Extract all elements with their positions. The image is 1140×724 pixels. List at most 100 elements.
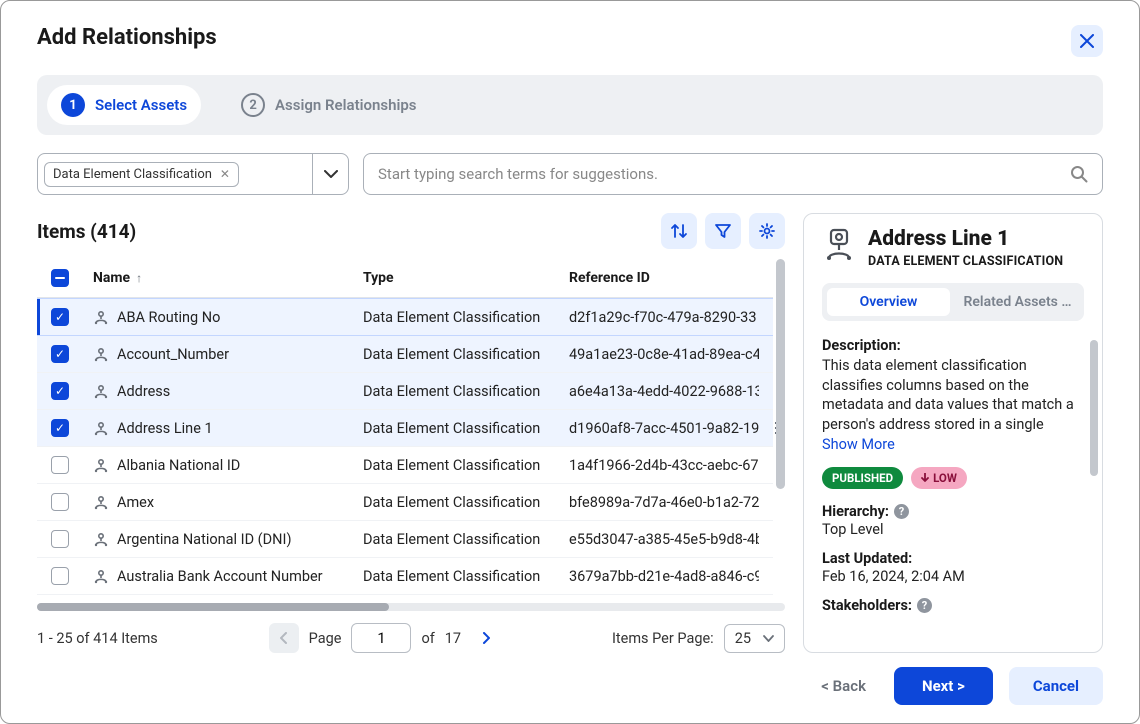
help-icon[interactable]: ? (894, 504, 909, 519)
row-reference-id: a6e4a13a-4edd-4022-9688-13 (569, 383, 759, 400)
row-name: Argentina National ID (DNI) (117, 531, 292, 548)
filter-icon (714, 222, 732, 240)
arrow-down-icon (921, 473, 929, 483)
row-type: Data Element Classification (363, 531, 569, 548)
search-input[interactable] (378, 165, 1070, 183)
row-checkbox[interactable] (51, 567, 69, 585)
row-name: Address (117, 383, 170, 400)
row-type: Data Element Classification (363, 383, 569, 400)
table-row[interactable]: ✓ Address Data Element Classificationa6e4a… (37, 373, 773, 410)
chevron-left-icon (280, 632, 288, 644)
table-header-row: Name ↑ Type Reference ID (37, 259, 773, 298)
filter-box: Data Element Classification ✕ (37, 153, 349, 195)
next-button[interactable]: Next > (894, 667, 993, 705)
row-checkbox[interactable]: ✓ (51, 308, 69, 326)
table-row[interactable]: ✓ ABA Routing No Data Element Classificati… (37, 298, 773, 336)
table-row[interactable]: ✓ Account_Number Data Element Classificati… (37, 336, 773, 373)
vertical-scrollbar[interactable] (776, 259, 785, 489)
chevron-right-icon (482, 632, 490, 644)
items-per-page-value: 25 (735, 630, 751, 647)
back-button[interactable]: < Back (809, 669, 878, 703)
total-pages: 17 (445, 630, 461, 647)
settings-button[interactable] (749, 213, 785, 249)
detail-subtitle: DATA ELEMENT CLASSIFICATION (868, 254, 1063, 269)
step-select-assets[interactable]: 1 Select Assets (47, 85, 201, 125)
chevron-down-icon (324, 170, 338, 178)
tab-related-assets[interactable]: Related Assets … (956, 288, 1079, 316)
row-type: Data Element Classification (363, 420, 569, 437)
detail-title: Address Line 1 (868, 228, 1063, 251)
asset-icon (93, 346, 109, 362)
filter-dropdown-toggle[interactable] (312, 154, 348, 194)
row-checkbox[interactable] (51, 493, 69, 511)
last-updated-label: Last Updated: (822, 550, 1084, 567)
column-header-reference-id[interactable]: Reference ID (569, 270, 759, 286)
items-count: Items (414) (37, 220, 136, 243)
row-checkbox[interactable]: ✓ (51, 382, 69, 400)
of-label: of (421, 630, 434, 647)
table-row[interactable]: Albania National ID Data Element Classifi… (37, 447, 773, 484)
table-row[interactable]: AmexData Element Classificationbfe8989a-… (37, 484, 773, 521)
table-row[interactable]: Argentina National ID (DNI) Data Element … (37, 521, 773, 558)
filter-chip: Data Element Classification ✕ (44, 162, 239, 187)
description-text: This data element classification classif… (822, 356, 1084, 434)
asset-icon (93, 420, 109, 436)
row-reference-id: 3679a7bb-d21e-4ad8-a846-c9 (569, 568, 759, 585)
items-per-page-select[interactable]: 25 (724, 624, 785, 653)
items-table: Name ↑ Type Reference ID ✓ ABA Routing No… (37, 259, 785, 599)
add-relationships-modal: Add Relationships 1 Select Assets 2 Assi… (0, 0, 1140, 724)
column-header-name[interactable]: Name (93, 270, 130, 286)
asset-type-icon (822, 228, 856, 262)
asset-icon (93, 531, 109, 547)
row-name: Amex (117, 494, 154, 511)
next-page-button[interactable] (471, 623, 501, 653)
row-checkbox[interactable]: ✓ (51, 345, 69, 363)
row-checkbox[interactable]: ✓ (51, 419, 69, 437)
sort-button[interactable] (661, 213, 697, 249)
hierarchy-label: Hierarchy: ? (822, 503, 1084, 520)
asset-icon (93, 309, 109, 325)
step-assign-relationships[interactable]: 2 Assign Relationships (227, 85, 430, 125)
column-header-type[interactable]: Type (363, 270, 569, 286)
last-updated-value: Feb 16, 2024, 2:04 AM (822, 568, 1084, 585)
cancel-button[interactable]: Cancel (1009, 667, 1103, 705)
gear-icon (758, 222, 776, 240)
row-checkbox[interactable] (51, 530, 69, 548)
chevron-down-icon (763, 635, 774, 642)
sort-asc-icon: ↑ (136, 271, 142, 285)
close-button[interactable] (1071, 25, 1103, 57)
page-input[interactable] (351, 623, 411, 653)
row-name: Account_Number (117, 346, 229, 363)
status-badge-low: LOW (911, 467, 967, 489)
row-name: Albania National ID (117, 457, 240, 474)
step-label: Select Assets (95, 96, 187, 114)
step-label: Assign Relationships (275, 96, 416, 114)
row-type: Data Element Classification (363, 309, 569, 326)
row-type: Data Element Classification (363, 346, 569, 363)
table-row[interactable]: ✓Address Line 1Data Element Classificati… (37, 410, 773, 447)
help-icon[interactable]: ? (917, 598, 932, 613)
table-row[interactable]: Australia Bank Account NumberData Elemen… (37, 558, 773, 595)
step-number: 2 (241, 93, 265, 117)
show-more-link[interactable]: Show More (822, 436, 895, 453)
hierarchy-value: Top Level (822, 521, 1084, 538)
search-icon[interactable] (1070, 165, 1088, 183)
row-type: Data Element Classification (363, 494, 569, 511)
modal-title: Add Relationships (37, 25, 217, 50)
tab-overview[interactable]: Overview (827, 288, 950, 316)
horizontal-scrollbar[interactable] (37, 603, 785, 611)
filter-button[interactable] (705, 213, 741, 249)
status-badge-published: PUBLISHED (822, 467, 903, 489)
modal-footer: < Back Next > Cancel (37, 653, 1103, 705)
select-all-checkbox[interactable] (51, 269, 69, 287)
row-name: ABA Routing No (117, 309, 220, 326)
stakeholders-label: Stakeholders: ? (822, 597, 1084, 614)
remove-filter-icon[interactable]: ✕ (220, 167, 230, 181)
asset-icon (93, 457, 109, 473)
row-type: Data Element Classification (363, 568, 569, 585)
row-type: Data Element Classification (363, 457, 569, 474)
search-box (363, 153, 1103, 195)
detail-scrollbar[interactable] (1090, 340, 1098, 476)
prev-page-button[interactable] (269, 623, 299, 653)
row-checkbox[interactable] (51, 456, 69, 474)
